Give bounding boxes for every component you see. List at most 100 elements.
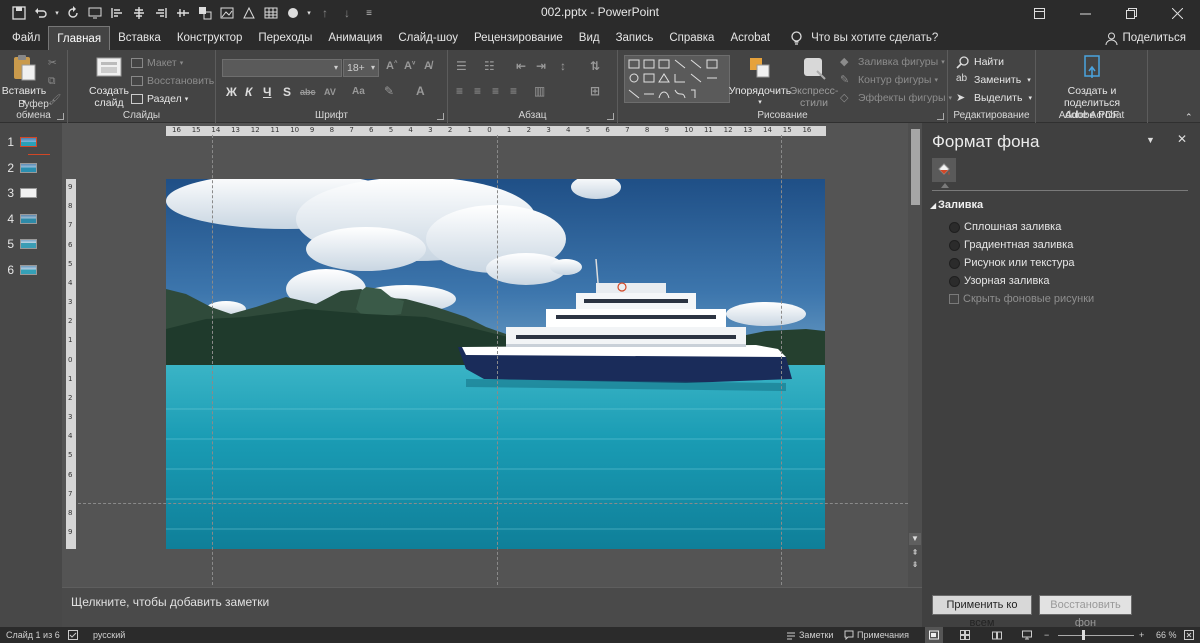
zoom-in-icon[interactable]: + xyxy=(1139,627,1144,643)
guide-vertical-left[interactable] xyxy=(212,135,213,585)
find-button[interactable]: Найти xyxy=(956,53,1004,71)
italic-button[interactable]: К xyxy=(245,85,252,99)
strikethrough-button[interactable]: abc xyxy=(300,87,316,97)
zoom-out-icon[interactable]: − xyxy=(1044,627,1049,643)
tab-insert[interactable]: Вставка xyxy=(110,26,169,50)
slide-thumb-6[interactable]: 6 xyxy=(0,260,62,280)
clear-format-icon[interactable]: A̸ xyxy=(424,60,432,72)
scrollbar-thumb[interactable] xyxy=(911,129,920,205)
justify-icon[interactable]: ≡ xyxy=(510,84,517,98)
columns-icon[interactable]: ▥ xyxy=(534,84,545,98)
font-color-icon[interactable]: A xyxy=(416,84,425,98)
normal-view-icon[interactable] xyxy=(925,627,943,643)
align-left-icon[interactable] xyxy=(106,2,128,24)
align-center-icon[interactable] xyxy=(128,2,150,24)
slide-thumb-5[interactable]: 5 xyxy=(0,234,62,254)
slide-thumb-2[interactable]: 2 xyxy=(0,158,62,178)
share-button[interactable]: Поделиться xyxy=(1105,26,1186,50)
customize-qat-icon[interactable]: ≡ xyxy=(358,2,380,24)
guide-vertical-right[interactable] xyxy=(781,135,782,585)
change-case-button[interactable]: Aa xyxy=(352,86,365,97)
reading-view-icon[interactable] xyxy=(992,627,1002,643)
pattern-fill-radio[interactable]: Узорная заливка xyxy=(949,274,1049,288)
shapes-icon[interactable] xyxy=(238,2,260,24)
arrange-button[interactable]: Упорядочить ▾ xyxy=(729,53,791,109)
next-slide-icon[interactable]: ⇟ xyxy=(909,559,921,571)
zoom-slider-track[interactable] xyxy=(1058,635,1134,636)
move-down-icon[interactable]: ↓ xyxy=(336,2,358,24)
pane-options-icon[interactable]: ▼ xyxy=(1146,135,1155,145)
redo-icon[interactable] xyxy=(62,2,84,24)
color-picker-icon[interactable] xyxy=(282,2,304,24)
fit-slide-icon[interactable] xyxy=(1184,627,1194,643)
tab-recording[interactable]: Запись xyxy=(608,26,662,50)
table-icon[interactable] xyxy=(260,2,282,24)
pane-close-icon[interactable]: ✕ xyxy=(1177,132,1187,146)
restore-icon[interactable] xyxy=(1108,0,1154,26)
align-middle-icon[interactable] xyxy=(172,2,194,24)
tab-home[interactable]: Главная xyxy=(48,26,111,50)
move-up-icon[interactable]: ↑ xyxy=(314,2,336,24)
paragraph-launcher-icon[interactable] xyxy=(607,113,614,120)
numbering-icon[interactable]: ☷ xyxy=(484,59,495,73)
drawing-launcher-icon[interactable] xyxy=(937,113,944,120)
apply-to-all-button[interactable]: Применить ко всем xyxy=(932,595,1032,629)
slide-thumb-3[interactable]: 3 xyxy=(0,183,62,203)
zoom-level[interactable]: 66 % xyxy=(1156,627,1177,643)
shrink-font-icon[interactable]: Av xyxy=(404,60,415,72)
char-spacing-button[interactable]: AV xyxy=(324,87,336,97)
para-align-left-icon[interactable]: ≡ xyxy=(456,84,463,98)
tab-transitions[interactable]: Переходы xyxy=(250,26,320,50)
tab-slideshow[interactable]: Слайд-шоу xyxy=(390,26,466,50)
slide-canvas[interactable] xyxy=(166,179,825,549)
slide-thumb-4[interactable]: 4 xyxy=(0,209,62,229)
ribbon-display-icon[interactable] xyxy=(1016,0,1062,26)
tab-help[interactable]: Справка xyxy=(661,26,722,50)
tab-acrobat[interactable]: Acrobat xyxy=(722,26,778,50)
fill-tab-icon[interactable] xyxy=(932,158,956,182)
fill-section-header[interactable]: ◢ Заливка xyxy=(930,199,983,211)
qat-dropdown-icon[interactable]: ▾ xyxy=(304,2,314,24)
tab-design[interactable]: Конструктор xyxy=(169,26,251,50)
present-icon[interactable] xyxy=(84,2,106,24)
undo-icon[interactable] xyxy=(30,2,52,24)
section-button[interactable]: Раздел ▾ xyxy=(131,90,188,108)
reset-background-button[interactable]: Восстановить фон xyxy=(1039,595,1132,629)
minimize-icon[interactable] xyxy=(1062,0,1108,26)
highlight-icon[interactable]: ✎ xyxy=(384,84,394,98)
text-direction-icon[interactable]: ⇅ xyxy=(590,59,600,73)
save-icon[interactable] xyxy=(8,2,30,24)
slideshow-view-icon[interactable] xyxy=(1022,627,1032,643)
replace-button[interactable]: ab Заменить ▾ xyxy=(956,71,1031,89)
solid-fill-radio[interactable]: Сплошная заливка xyxy=(949,220,1061,234)
picture-icon[interactable] xyxy=(216,2,238,24)
guide-vertical-center[interactable] xyxy=(497,135,498,585)
hide-background-checkbox[interactable]: Скрыть фоновые рисунки xyxy=(949,292,1094,306)
prev-slide-icon[interactable]: ⇞ xyxy=(909,547,921,559)
smartart-icon[interactable]: ⊞ xyxy=(590,84,600,98)
para-align-center-icon[interactable]: ≡ xyxy=(474,84,481,98)
reset-button[interactable]: Восстановить xyxy=(131,72,214,90)
grow-font-icon[interactable]: A^ xyxy=(386,60,397,72)
shape-effects-button[interactable]: ◇ Эффекты фигуры ▾ xyxy=(840,89,952,107)
language-indicator[interactable]: русский xyxy=(93,627,125,643)
group-icon[interactable] xyxy=(194,2,216,24)
quick-styles-button[interactable]: Экспресс- стили xyxy=(788,53,840,109)
bold-button[interactable]: Ж xyxy=(226,85,237,99)
zoom-slider-thumb[interactable] xyxy=(1082,630,1085,640)
cut-icon[interactable]: ✂ xyxy=(48,54,57,72)
underline-button[interactable]: Ч xyxy=(263,85,271,99)
copy-icon[interactable]: ⧉ xyxy=(48,72,56,90)
undo-dropdown-icon[interactable]: ▾ xyxy=(52,2,62,24)
picture-fill-radio[interactable]: Рисунок или текстура xyxy=(949,256,1075,270)
line-spacing-icon[interactable]: ↕ xyxy=(560,59,566,73)
guide-horizontal[interactable] xyxy=(78,503,908,504)
gradient-fill-radio[interactable]: Градиентная заливка xyxy=(949,238,1073,252)
tell-me-search[interactable]: Что вы хотите сделать? xyxy=(778,26,938,50)
layout-button[interactable]: Макет ▾ xyxy=(131,54,183,72)
notes-button[interactable]: Заметки xyxy=(786,627,833,643)
font-name-combo[interactable]: ▾ xyxy=(222,59,342,77)
slide-thumb-1[interactable]: 1 xyxy=(0,132,62,152)
shape-outline-button[interactable]: ✎ Контур фигуры ▾ xyxy=(840,71,938,89)
bullets-icon[interactable]: ☰ xyxy=(456,59,467,73)
